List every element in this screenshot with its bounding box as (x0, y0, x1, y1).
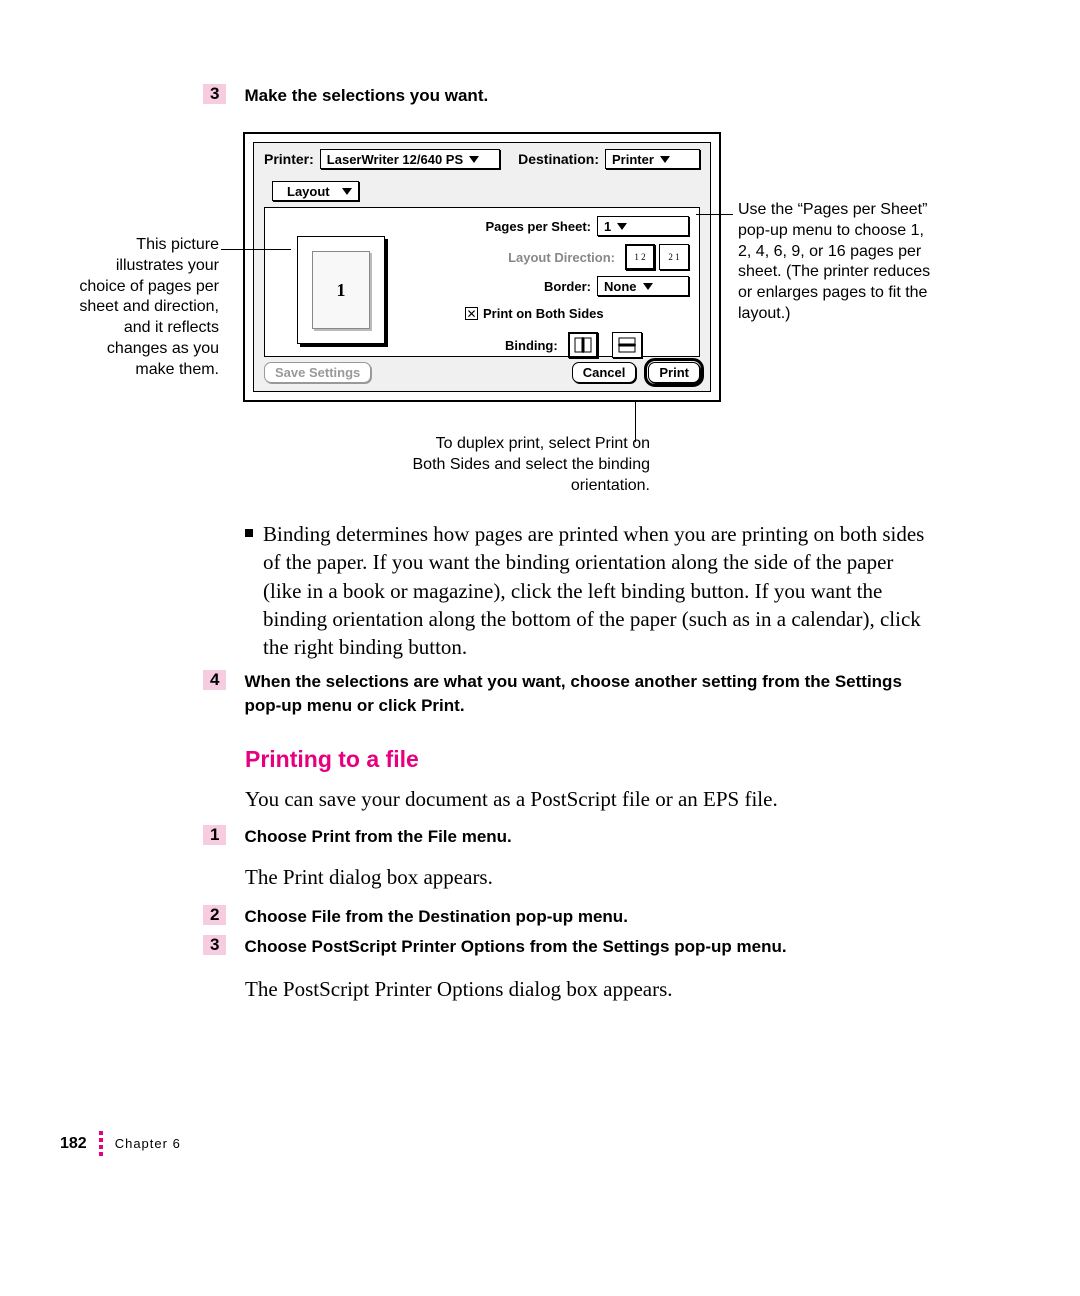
binding-bottom-button[interactable] (612, 332, 642, 358)
ld-label: Layout Direction: (508, 250, 615, 265)
pps-label: Pages per Sheet: (486, 219, 592, 234)
step-number: 4 (203, 670, 226, 690)
border-dropdown[interactable]: None (597, 276, 689, 296)
both-sides-label: Print on Both Sides (483, 306, 604, 321)
printer-dropdown[interactable]: LaserWriter 12/640 PS (320, 149, 500, 169)
dialog-top-row: Printer: LaserWriter 12/640 PS Destinati… (264, 149, 700, 169)
layout-direction-row: Layout Direction: 1 2 2 1 (508, 244, 689, 270)
ld-lr-text: 1 2 (634, 252, 645, 262)
callout-bottom: To duplex print, select Print on Both Si… (400, 434, 650, 496)
step-text: Choose Print from the File menu. (244, 825, 930, 849)
step-4: 4 When the selections are what you want,… (203, 670, 930, 718)
file-step-2: 2 Choose File from the Destination pop-u… (203, 905, 930, 929)
printer-label: Printer: (264, 151, 314, 167)
preview-page-number: 1 (337, 280, 346, 301)
step-text: Make the selections you want. (244, 84, 930, 108)
callout-line-right (696, 214, 733, 215)
save-settings-button[interactable]: Save Settings (264, 362, 371, 383)
step-text: When the selections are what you want, c… (244, 670, 930, 718)
page-footer: 182 Chapter 6 (60, 1131, 181, 1156)
dialog-button-row: Save Settings Cancel Print (264, 362, 700, 383)
layout-direction-lr-button[interactable]: 1 2 (625, 244, 655, 270)
chevron-down-icon (342, 188, 352, 195)
section-heading: Printing to a file (245, 746, 419, 773)
layout-panel: 1 Pages per Sheet: 1 Layout Direction: 1… (264, 207, 700, 357)
destination-dropdown[interactable]: Printer (605, 149, 700, 169)
footer-dots-icon (99, 1131, 103, 1156)
binding-side-icon (574, 337, 592, 353)
destination-value: Printer (612, 152, 654, 167)
print-dialog: Printer: LaserWriter 12/640 PS Destinati… (243, 132, 721, 402)
pages-per-sheet-row: Pages per Sheet: 1 (486, 216, 690, 236)
chevron-down-icon (469, 156, 479, 163)
file-step-3: 3 Choose PostScript Printer Options from… (203, 935, 930, 959)
settings-value: Layout (287, 184, 330, 199)
pages-per-sheet-dropdown[interactable]: 1 (597, 216, 689, 236)
border-value: None (604, 279, 637, 294)
border-row: Border: None (544, 276, 689, 296)
step-text: Choose PostScript Printer Options from t… (244, 935, 930, 959)
print-button[interactable]: Print (648, 362, 700, 383)
step-number: 3 (203, 935, 226, 955)
step-number: 1 (203, 825, 226, 845)
cancel-button[interactable]: Cancel (572, 362, 637, 383)
print-both-sides-checkbox[interactable]: ✕ (465, 307, 478, 320)
bullet-icon (245, 529, 253, 537)
ld-rl-text: 2 1 (668, 252, 679, 262)
chevron-down-icon (660, 156, 670, 163)
binding-row: Binding: (505, 332, 642, 358)
callout-right: Use the “Pages per Sheet” pop-up menu to… (738, 200, 938, 325)
preview-page: 1 (312, 251, 370, 329)
chapter-label: Chapter 6 (115, 1136, 181, 1151)
step-text: Choose File from the Destination pop-up … (244, 905, 930, 929)
binding-bottom-icon (618, 337, 636, 353)
callout-line-left (221, 249, 291, 250)
dialog-inner: Printer: LaserWriter 12/640 PS Destinati… (253, 142, 711, 392)
pps-value: 1 (604, 219, 611, 234)
file-step-1-after: The Print dialog box appears. (245, 863, 930, 891)
layout-preview: 1 (297, 236, 385, 344)
chevron-down-icon (617, 223, 627, 230)
chevron-down-icon (643, 283, 653, 290)
page-number: 182 (60, 1135, 87, 1153)
binding-text: Binding determines how pages are printed… (263, 520, 930, 662)
settings-dropdown[interactable]: Layout (272, 181, 359, 201)
layout-direction-rl-button[interactable]: 2 1 (659, 244, 689, 270)
destination-label: Destination: (518, 151, 599, 167)
file-step-3-after: The PostScript Printer Options dialog bo… (245, 975, 930, 1003)
callout-left: This picture illustrates your choice of … (69, 235, 219, 381)
intro-paragraph-2: You can save your document as a PostScri… (245, 785, 930, 813)
both-sides-row: ✕ Print on Both Sides (465, 306, 610, 321)
step-number: 3 (203, 84, 226, 104)
binding-label: Binding: (505, 338, 558, 353)
step-number: 2 (203, 905, 226, 925)
binding-side-button[interactable] (568, 332, 598, 358)
file-step-1: 1 Choose Print from the File menu. (203, 825, 930, 849)
binding-paragraph: Binding determines how pages are printed… (245, 520, 930, 662)
printer-value: LaserWriter 12/640 PS (327, 152, 463, 167)
step-3: 3 Make the selections you want. (203, 84, 930, 108)
settings-tab-row: Layout (272, 181, 700, 201)
border-label: Border: (544, 279, 591, 294)
manual-page: 3 Make the selections you want. Printer:… (0, 0, 1080, 1296)
